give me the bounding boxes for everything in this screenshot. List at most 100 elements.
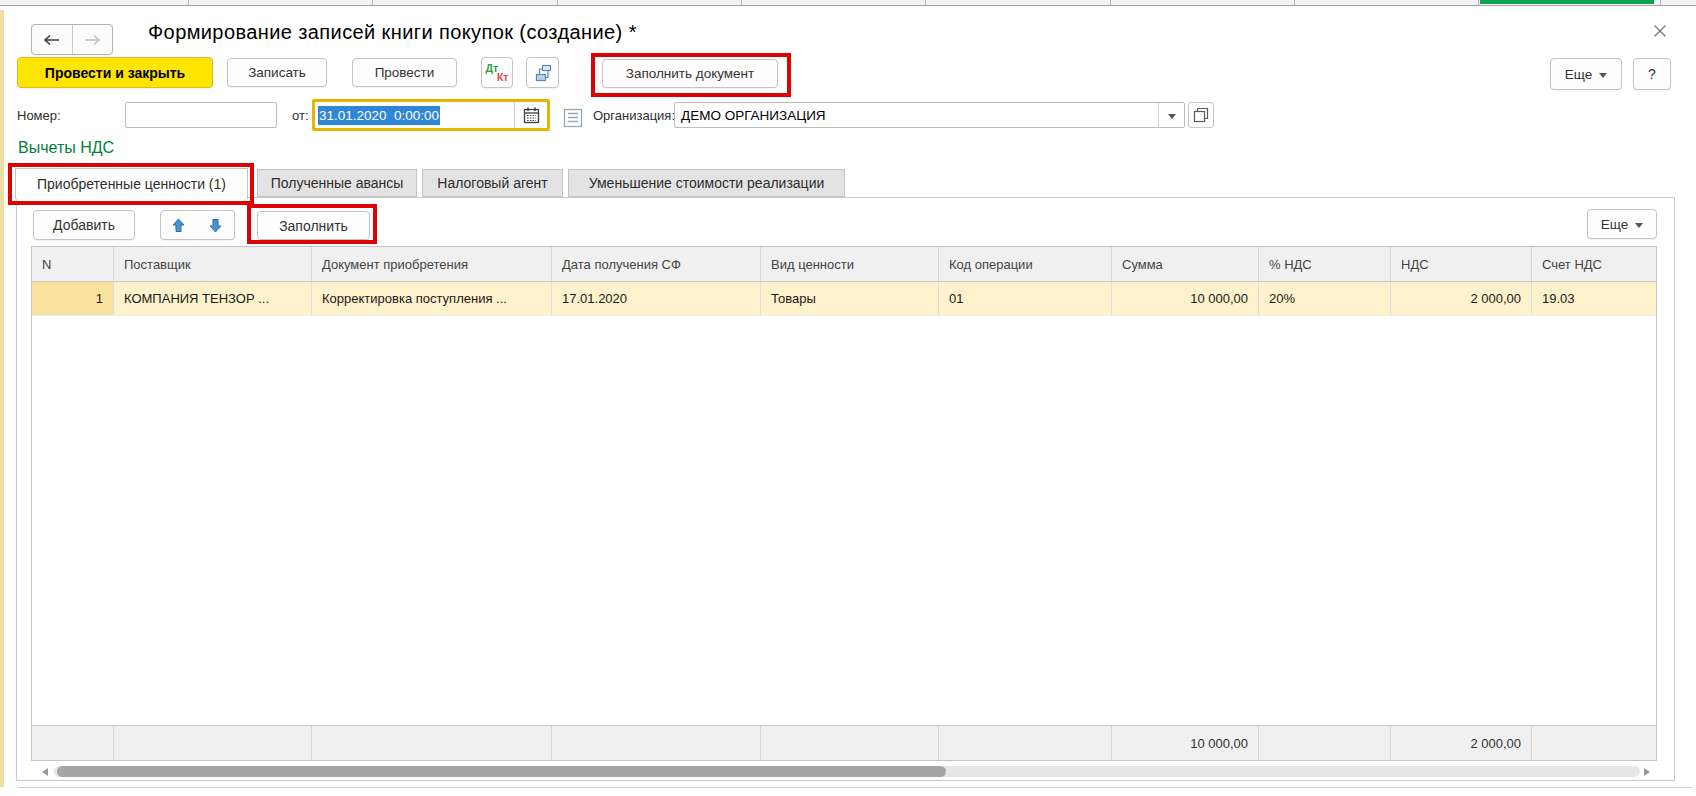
arrow-down-icon [209,218,222,233]
cell-opcode[interactable]: 01 [939,282,1112,315]
column-header-supplier[interactable]: Поставщик [114,247,312,281]
footer-cell [1259,726,1391,760]
more-button-label: Еще [1601,217,1628,232]
move-up-button[interactable] [160,210,197,240]
footer-cell [32,726,114,760]
footer-cell [114,726,312,760]
organization-dropdown[interactable] [1158,103,1184,127]
column-header-kind[interactable]: Вид ценности [761,247,939,281]
add-row-button[interactable]: Добавить [33,210,135,240]
date-label: от: [292,108,309,123]
structure-icon [533,63,553,83]
footer-total-vat: 2 000,00 [1391,726,1532,760]
cell-n[interactable]: 1 [32,282,114,315]
footer-cell [1532,726,1656,760]
save-button[interactable]: Записать [227,58,327,87]
annotation-frame-fill [247,204,377,244]
tab-cost-reduction[interactable]: Уменьшение стоимости реализации [568,169,845,197]
more-button-top[interactable]: Еще [1550,58,1622,90]
date-input[interactable]: 31.01.2020 0:00:00 [312,99,550,131]
move-down-button[interactable] [196,210,235,240]
organization-input[interactable]: ДЕМО ОРГАНИЗАЦИЯ [674,102,1185,128]
strip-separator [188,0,189,5]
post-and-close-button[interactable]: Провести и закрыть [17,57,213,88]
footer-cell [312,726,552,760]
page-title: Формирование записей книги покупок (созд… [148,21,637,44]
more-button-panel[interactable]: Еще [1587,209,1657,239]
forward-arrow-icon [84,34,101,46]
column-header-doc[interactable]: Документ приобретения [312,247,552,281]
number-label: Номер: [17,108,61,123]
column-header-opcode[interactable]: Код операции [939,247,1112,281]
date-field-separator [514,102,515,128]
column-header-date[interactable]: Дата получения СФ [552,247,761,281]
cell-date[interactable]: 17.01.2020 [552,282,761,315]
calendar-icon[interactable] [523,107,540,128]
history-list-button[interactable] [562,107,583,128]
cell-doc[interactable]: Корректировка поступления ... [312,282,552,315]
more-button-label: Еще [1565,67,1592,82]
strip-separator [372,0,373,5]
scroll-right-icon[interactable] [1644,768,1650,776]
chevron-down-icon [1168,114,1176,119]
table-row[interactable]: 1 КОМПАНИЯ ТЕНЗОР ... Корректировка пост… [32,282,1656,316]
tab-received-advances[interactable]: Полученные авансы [257,169,417,197]
chevron-down-icon [1599,73,1607,78]
background-tab-strip [0,0,1696,6]
window-bottom-edge [18,787,1692,788]
arrow-up-icon [172,218,185,233]
strip-separator [557,0,558,5]
strip-separator [1294,0,1295,5]
tab-label: Налоговый агент [437,175,547,191]
scroll-left-icon[interactable] [42,768,48,776]
vat-deductions-table: N Поставщик Документ приобретения Дата п… [31,246,1657,761]
column-header-vat[interactable]: НДС [1391,247,1532,281]
back-arrow-icon [43,34,60,46]
chevron-down-icon [1635,223,1643,228]
forward-button[interactable] [73,25,113,54]
cell-sum[interactable]: 10 000,00 [1112,282,1259,315]
column-header-n[interactable]: N [32,247,114,281]
annotation-frame-fill-document [591,53,791,97]
help-button[interactable]: ? [1633,58,1671,90]
column-header-account[interactable]: Счет НДС [1532,247,1656,281]
strip-separator [1478,0,1479,5]
strip-separator [741,0,742,5]
footer-cell [552,726,761,760]
column-header-sum[interactable]: Сумма [1112,247,1259,281]
document-structure-button[interactable] [526,57,559,88]
show-postings-button[interactable]: ДтКт [481,57,513,88]
column-header-vat-rate[interactable]: % НДС [1259,247,1391,281]
navigation-buttons [31,24,113,55]
number-input[interactable] [125,102,277,128]
cell-vat-rate[interactable]: 20% [1259,282,1391,315]
cell-supplier[interactable]: КОМПАНИЯ ТЕНЗОР ... [114,282,312,315]
cell-kind[interactable]: Товары [761,282,939,315]
dtkt-icon: ДтКт [486,61,509,84]
table-header-row: N Поставщик Документ приобретения Дата п… [32,247,1656,282]
list-icon [563,108,583,128]
table-footer-row: 10 000,00 2 000,00 [32,725,1656,760]
cell-vat[interactable]: 2 000,00 [1391,282,1532,315]
horizontal-scrollbar-thumb[interactable] [57,766,946,777]
section-title: Вычеты НДС [18,139,114,157]
footer-cell [939,726,1112,760]
close-icon [1653,24,1667,38]
close-button[interactable] [1653,24,1668,39]
date-value-selected: 31.01.2020 0:00:00 [318,106,440,125]
table-empty-area [32,316,1656,725]
open-organization-button[interactable] [1188,102,1214,128]
tab-tax-agent[interactable]: Налоговый агент [422,169,563,197]
organization-value: ДЕМО ОРГАНИЗАЦИЯ [675,108,826,123]
organization-label: Организация: [593,108,675,123]
window-left-edge [0,10,4,787]
tab-label: Уменьшение стоимости реализации [589,175,825,191]
footer-cell [761,726,939,760]
annotation-frame-tab [8,163,254,205]
post-button[interactable]: Провести [352,58,457,87]
copy-icon [1193,107,1209,123]
active-section-indicator [1480,0,1654,4]
strip-separator [1110,0,1111,5]
cell-account[interactable]: 19.03 [1532,282,1656,315]
back-button[interactable] [32,25,73,54]
